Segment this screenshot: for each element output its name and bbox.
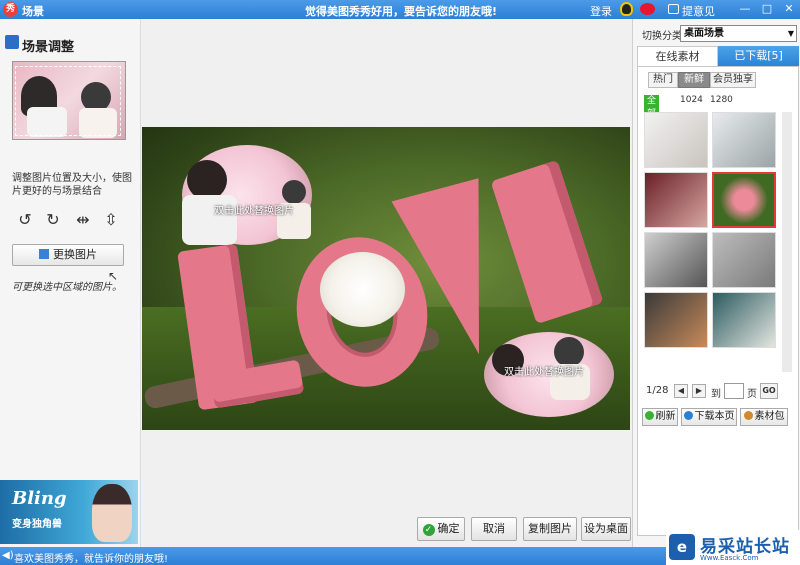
site-url: Www.Easck.Com bbox=[700, 554, 759, 562]
material-list: 热门 新鲜 会员独享 全部 1024 1280 1/28 ◀ ▶ 到 页 bbox=[637, 66, 799, 536]
close-button[interactable]: ✕ bbox=[780, 2, 798, 16]
material-thumb-selected[interactable] bbox=[712, 172, 776, 228]
material-thumb[interactable] bbox=[712, 232, 776, 288]
maximize-button[interactable]: □ bbox=[758, 2, 776, 16]
status-message[interactable]: 喜欢美图秀秀，就告诉你的朋友哦! bbox=[14, 550, 168, 565]
next-page-icon[interactable]: ▶ bbox=[692, 384, 706, 398]
feedback-link[interactable]: 提意见 bbox=[682, 3, 715, 19]
scene-photo[interactable]: 双击此处替换图片 双击此处替换图片 bbox=[142, 127, 630, 430]
slot-top-person-1 bbox=[187, 160, 227, 200]
category-label: 切换分类 bbox=[642, 31, 682, 42]
replace-image-label: 更换图片 bbox=[53, 248, 97, 261]
chevron-down-icon: ▼ bbox=[787, 29, 794, 38]
confirm-label: 确定 bbox=[437, 522, 460, 535]
check-icon: ✓ bbox=[422, 524, 435, 536]
material-tabs: 在线素材 已下载[5] bbox=[637, 46, 799, 66]
material-thumb[interactable] bbox=[712, 292, 776, 348]
material-actions: 刷新 下载本页 素材包 bbox=[642, 408, 798, 426]
app-logo-icon: 秀 bbox=[3, 2, 18, 17]
image-icon bbox=[39, 249, 49, 259]
ad-title: Bling bbox=[12, 488, 67, 509]
cancel-button[interactable]: 取消 bbox=[471, 517, 517, 541]
replace-image-button[interactable]: 更换图片 bbox=[12, 244, 124, 266]
replace-hint-bottom: 双击此处替换图片 bbox=[504, 367, 584, 378]
resolution-1280[interactable]: 1280 bbox=[710, 95, 733, 105]
filter-hot[interactable]: 热门 bbox=[648, 72, 678, 88]
download-icon bbox=[683, 411, 693, 420]
page-input[interactable] bbox=[724, 383, 744, 399]
slot-top-person-2 bbox=[282, 180, 306, 204]
goto-label: 到 bbox=[711, 389, 721, 400]
go-button[interactable]: GO bbox=[760, 383, 778, 399]
speaker-icon: ◀) bbox=[2, 550, 14, 561]
material-panel: 切换分类 桌面场景 ▼ 在线素材 已下载[5] 热门 新鲜 会员独享 全部 10… bbox=[632, 19, 800, 547]
page-unit-label: 页 bbox=[747, 389, 757, 400]
resolution-1024[interactable]: 1024 bbox=[680, 95, 703, 105]
material-thumb[interactable] bbox=[644, 172, 708, 228]
white-flower bbox=[320, 252, 405, 327]
crop-frame[interactable] bbox=[15, 66, 121, 136]
replace-hint-top: 双击此处替换图片 bbox=[214, 206, 294, 217]
material-thumb[interactable] bbox=[644, 232, 708, 288]
filter-new[interactable]: 新鲜 bbox=[678, 72, 710, 88]
package-button[interactable]: 素材包 bbox=[740, 408, 788, 426]
download-page-button[interactable]: 下载本页 bbox=[681, 408, 737, 426]
window-title: 场景 bbox=[22, 5, 44, 18]
set-desktop-button[interactable]: 设为桌面 bbox=[581, 517, 631, 541]
refresh-icon bbox=[644, 411, 654, 420]
refresh-button[interactable]: 刷新 bbox=[642, 408, 678, 426]
canvas-area: 双击此处替换图片 双击此处替换图片 ✓ 确定 取消 复制图片 设为桌面 bbox=[141, 19, 632, 547]
category-select[interactable]: 桌面场景 ▼ bbox=[680, 25, 797, 42]
scene-adjust-panel: 场景调整 调整图片位置及大小，使图片更好的与场景结合 ↺ ↻ ⇹ ⇳ 更换图片 … bbox=[0, 19, 141, 547]
panel-heading: 场景调整 bbox=[22, 40, 75, 55]
material-thumb[interactable] bbox=[644, 292, 708, 348]
filter-vip[interactable]: 会员独享 bbox=[710, 72, 756, 88]
tab-online[interactable]: 在线素材 bbox=[637, 46, 718, 66]
tab-downloaded[interactable]: 已下载[5] bbox=[718, 46, 799, 66]
category-value: 桌面场景 bbox=[684, 28, 724, 39]
material-thumb[interactable] bbox=[644, 112, 708, 168]
page-indicator: 1/28 bbox=[646, 385, 669, 396]
photo-slot-top[interactable] bbox=[182, 145, 312, 245]
adjust-description: 调整图片位置及大小，使图片更好的与场景结合 bbox=[12, 173, 132, 197]
minimize-button[interactable]: — bbox=[736, 2, 754, 16]
title-bar: 秀 场景 觉得美图秀秀好用，要告诉您的朋友哦! 登录 提意见 — □ ✕ bbox=[0, 0, 800, 19]
title-slogan: 觉得美图秀秀好用，要告诉您的朋友哦! bbox=[305, 5, 498, 18]
material-scrollbar[interactable] bbox=[782, 112, 792, 372]
weibo-icon[interactable] bbox=[640, 3, 655, 15]
prev-page-icon[interactable]: ◀ bbox=[674, 384, 688, 398]
confirm-button[interactable]: ✓ 确定 bbox=[417, 517, 465, 541]
handwritten-note: 可更换选中区域的图片。 bbox=[12, 282, 122, 293]
rotate-right-icon[interactable]: ↻ bbox=[42, 209, 64, 231]
ad-subtitle: 变身独角兽 bbox=[12, 519, 62, 530]
flip-horizontal-icon[interactable]: ⇹ bbox=[72, 209, 94, 231]
rotate-left-icon[interactable]: ↺ bbox=[14, 209, 36, 231]
feedback-icon[interactable] bbox=[668, 4, 679, 14]
transform-toolbar: ↺ ↻ ⇹ ⇳ bbox=[14, 209, 126, 233]
package-label: 素材包 bbox=[754, 411, 785, 422]
login-link[interactable]: 登录 bbox=[590, 3, 612, 19]
material-grid bbox=[644, 112, 778, 372]
copy-image-button[interactable]: 复制图片 bbox=[523, 517, 577, 541]
selection-preview[interactable] bbox=[12, 61, 126, 140]
package-icon bbox=[743, 411, 753, 420]
ad-banner[interactable]: Bling 变身独角兽 bbox=[0, 480, 138, 544]
download-page-label: 下载本页 bbox=[694, 411, 735, 422]
scene-adjust-icon bbox=[5, 35, 19, 49]
ad-portrait bbox=[92, 484, 132, 542]
qq-icon[interactable] bbox=[620, 2, 633, 16]
site-logo-icon: e bbox=[669, 534, 695, 560]
site-watermark: e 易采站长站 Www.Easck.Com bbox=[666, 530, 800, 565]
flip-vertical-icon[interactable]: ⇳ bbox=[100, 209, 122, 231]
refresh-label: 刷新 bbox=[655, 411, 676, 422]
pager: 1/28 ◀ ▶ 到 页 GO bbox=[644, 383, 794, 400]
material-thumb[interactable] bbox=[712, 112, 776, 168]
